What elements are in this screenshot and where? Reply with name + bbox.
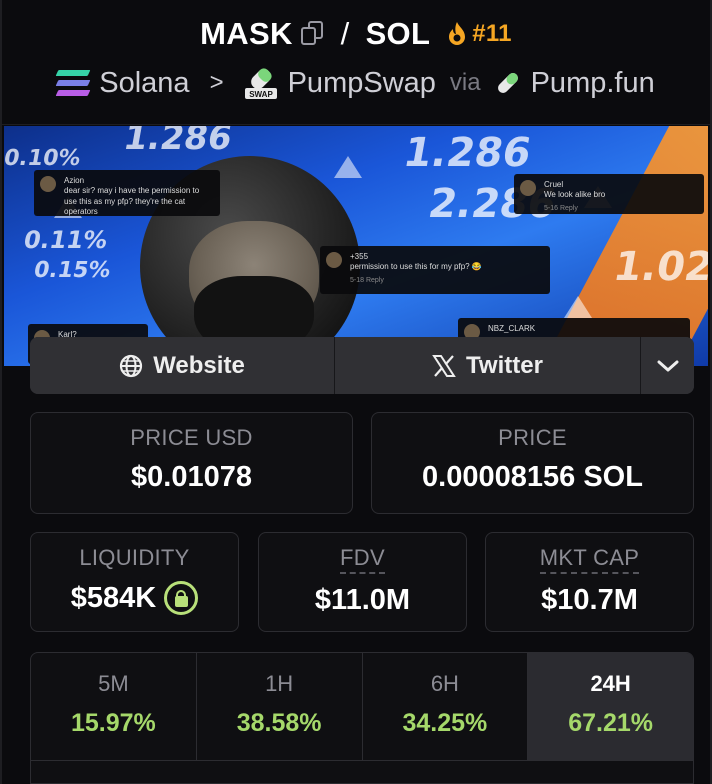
price-change-value: 15.97% (70, 709, 156, 737)
pair-separator: / (340, 16, 350, 51)
banner-number: 0.15% (31, 258, 113, 283)
copy-icon[interactable] (300, 21, 325, 47)
chain-link[interactable]: Solana (99, 67, 189, 100)
banner-number: 1.028 (609, 244, 708, 290)
liquidity-box: LIQUIDITY $584K (30, 532, 239, 632)
more-links-button[interactable] (641, 337, 694, 394)
pumpfun-icon (495, 70, 521, 96)
solana-icon (55, 70, 91, 96)
comment-user: +355 (350, 252, 369, 261)
price-usd-value: $0.01078 (131, 461, 252, 493)
price-change-value: 38.58% (236, 709, 322, 737)
comment-text: permission to use this for my pfp? 😂 (350, 262, 482, 272)
comment-user: Azion (64, 176, 85, 185)
header-divider (0, 124, 712, 125)
banner-comment: Azion dear sir? may i have the permissio… (34, 170, 220, 216)
chevron-right-icon: > (209, 69, 224, 96)
website-label: Website (153, 351, 245, 379)
comment-text: We look alike bro (544, 190, 606, 200)
mktcap-value: $10.7M (541, 584, 638, 616)
price-native-value: 0.00008156 SOL (422, 461, 643, 493)
comment-user: NBZ_CLARK (488, 324, 536, 333)
timeframe-tab-5m[interactable]: 5M 15.97% (31, 653, 197, 760)
price-native-label: PRICE (498, 425, 567, 450)
comment-text: dear sir? may i have the permission to u… (64, 186, 200, 217)
banner-number: 1.286 (399, 130, 535, 176)
fdv-value: $11.0M (314, 584, 411, 616)
via-label: via (449, 69, 481, 96)
timeframe-tab-6h[interactable]: 6H 34.25% (363, 653, 529, 760)
fdv-box: FDV $11.0M (258, 532, 467, 632)
banner-number: 0.10% (4, 146, 83, 171)
quote-symbol: SOL (365, 16, 431, 51)
twitter-label: Twitter (466, 351, 543, 379)
banner-triangle (334, 156, 362, 178)
pair-route: Solana > SWAP PumpSwap via Pump.fun (0, 66, 712, 100)
fdv-label[interactable]: FDV (340, 545, 385, 574)
pumpswap-icon: SWAP (244, 66, 278, 100)
timeframe-label: 24H (590, 671, 631, 696)
banner-number: 0.11% (21, 226, 110, 254)
comment-user: Cruel (544, 180, 564, 189)
price-change-value: 34.25% (402, 709, 488, 737)
comment-meta: 5-18 Reply (350, 276, 384, 284)
x-logo-icon (432, 354, 456, 377)
website-button[interactable]: Website (30, 337, 335, 394)
liquidity-label: LIQUIDITY (79, 545, 190, 570)
timeframe-label: 6H (430, 671, 459, 696)
price-change-panel: 5M 15.97% 1H 38.58% 6H 34.25% 24H 67.21% (30, 652, 694, 784)
mktcap-box: MKT CAP $10.7M (485, 532, 694, 632)
platform-link[interactable]: Pump.fun (531, 67, 655, 100)
avatar (40, 176, 56, 192)
globe-icon (120, 354, 143, 377)
pair-title: MASK / SOL #11 (0, 16, 712, 52)
social-links-bar: Website Twitter (30, 337, 694, 394)
price-change-value: 67.21% (568, 709, 654, 737)
price-usd-label: PRICE USD (130, 425, 253, 450)
flame-icon (449, 22, 466, 45)
comment-meta: 5-16 Reply (544, 204, 578, 212)
price-usd-box: PRICE USD $0.01078 (30, 412, 353, 514)
dex-link[interactable]: PumpSwap (288, 67, 436, 100)
timeframe-tab-24h[interactable]: 24H 67.21% (528, 653, 693, 760)
liquidity-value: $584K (70, 581, 157, 614)
lock-icon[interactable] (164, 581, 199, 615)
timeframe-tab-1h[interactable]: 1H 38.58% (197, 653, 363, 760)
price-native-box: PRICE 0.00008156 SOL (371, 412, 694, 514)
timeframe-label: 1H (265, 671, 294, 696)
trending-rank[interactable]: #11 (446, 20, 512, 48)
timeframe-label: 5M (98, 671, 129, 696)
token-banner-image: 1.286 2.286 1.286 0.11% 0.15% 1.028 0.10… (4, 126, 708, 366)
swap-icon-text: SWAP (249, 90, 273, 99)
token-symbol: MASK (200, 16, 293, 51)
avatar (326, 252, 342, 268)
banner-number: 1.286 (120, 126, 236, 158)
twitter-button[interactable]: Twitter (335, 337, 641, 394)
banner-triangle (564, 296, 592, 318)
banner-comment: +355 permission to use this for my pfp? … (320, 246, 550, 294)
avatar (520, 180, 536, 196)
rank-value: #11 (472, 20, 512, 47)
mktcap-label[interactable]: MKT CAP (539, 545, 640, 574)
chevron-down-icon (657, 360, 678, 371)
banner-comment: Cruel We look alike bro 5-16 Reply (514, 174, 704, 214)
